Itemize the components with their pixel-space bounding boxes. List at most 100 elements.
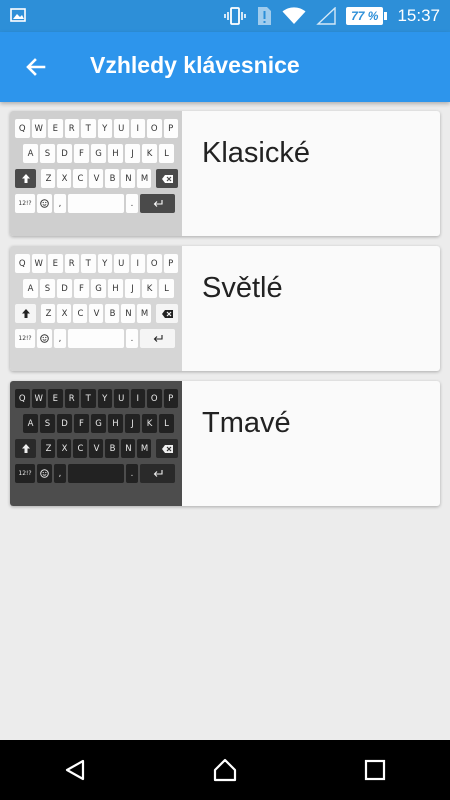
key: I — [130, 389, 145, 408]
key: Z — [41, 304, 56, 323]
signal-icon — [316, 7, 336, 25]
nav-recents-button[interactable] — [345, 740, 405, 800]
key: V — [89, 169, 104, 188]
key: B — [105, 439, 120, 458]
keyboard-preview-classic: Q W E R T Y U I O P A S D F G H J K L Z … — [10, 111, 182, 236]
key: B — [105, 304, 120, 323]
key: E — [48, 389, 63, 408]
back-button[interactable] — [16, 47, 56, 87]
backspace-icon — [156, 169, 178, 188]
home-icon — [213, 758, 237, 782]
period-key: . — [126, 194, 138, 213]
key: Q — [15, 254, 30, 273]
key: C — [73, 169, 88, 188]
emoji-icon — [37, 194, 52, 213]
back-triangle-icon — [65, 759, 85, 781]
key: J — [125, 279, 140, 298]
key: B — [105, 169, 120, 188]
theme-name: Klasické — [202, 137, 310, 169]
key: C — [73, 439, 88, 458]
key: F — [74, 144, 89, 163]
key: D — [57, 144, 72, 163]
key: O — [147, 119, 162, 138]
theme-list: Q W E R T Y U I O P A S D F G H J K L Z … — [10, 111, 440, 516]
key: A — [23, 414, 38, 433]
key: G — [91, 414, 106, 433]
key: A — [23, 144, 38, 163]
key: M — [137, 304, 152, 323]
comma-key: , — [54, 464, 66, 483]
keyboard-preview-light: Q W E R T Y U I O P A S D F G H J K L Z … — [10, 246, 182, 371]
shift-icon — [15, 304, 37, 323]
key: H — [108, 279, 123, 298]
key: G — [91, 144, 106, 163]
symbols-key: 12!? — [15, 194, 35, 213]
recents-square-icon — [364, 759, 386, 781]
theme-name: Světlé — [202, 272, 283, 304]
key: S — [40, 279, 55, 298]
image-icon — [10, 8, 26, 22]
key: R — [64, 119, 79, 138]
key: T — [81, 254, 96, 273]
key: W — [31, 254, 46, 273]
key: F — [74, 414, 89, 433]
shift-icon — [15, 169, 37, 188]
navigation-bar — [0, 740, 450, 800]
key: P — [163, 119, 178, 138]
space-key — [68, 329, 124, 348]
key: Y — [97, 254, 112, 273]
key: Q — [15, 119, 30, 138]
theme-card-classic[interactable]: Q W E R T Y U I O P A S D F G H J K L Z … — [10, 111, 440, 236]
key: K — [142, 414, 157, 433]
key: H — [108, 414, 123, 433]
key: H — [108, 144, 123, 163]
vibrate-icon — [224, 7, 246, 25]
theme-card-dark[interactable]: Q W E R T Y U I O P A S D F G H J K L Z … — [10, 381, 440, 506]
key: T — [81, 119, 96, 138]
enter-icon — [140, 194, 175, 213]
key: O — [147, 254, 162, 273]
symbols-key: 12!? — [15, 464, 35, 483]
emoji-icon — [37, 464, 52, 483]
key: Q — [15, 389, 30, 408]
key: M — [137, 439, 152, 458]
key: K — [142, 144, 157, 163]
key: I — [130, 254, 145, 273]
nav-home-button[interactable] — [195, 740, 255, 800]
status-clock: 15:37 — [397, 6, 440, 25]
symbols-key: 12!? — [15, 329, 35, 348]
key: W — [31, 119, 46, 138]
emoji-icon — [37, 329, 52, 348]
key: G — [91, 279, 106, 298]
theme-card-light[interactable]: Q W E R T Y U I O P A S D F G H J K L Z … — [10, 246, 440, 371]
page-title: Vzhledy klávesnice — [90, 52, 300, 78]
key: J — [125, 414, 140, 433]
key: C — [73, 304, 88, 323]
key: N — [121, 304, 136, 323]
arrow-back-icon — [26, 58, 46, 76]
key: U — [114, 119, 129, 138]
period-key: . — [126, 329, 138, 348]
key: J — [125, 144, 140, 163]
battery-level: 77 % — [346, 7, 384, 25]
nav-back-button[interactable] — [45, 740, 105, 800]
theme-name: Tmavé — [202, 407, 291, 439]
key: U — [114, 389, 129, 408]
key: R — [64, 254, 79, 273]
key: T — [81, 389, 96, 408]
space-key — [68, 464, 124, 483]
keyboard-preview-dark: Q W E R T Y U I O P A S D F G H J K L Z … — [10, 381, 182, 506]
key: Y — [97, 389, 112, 408]
wifi-icon — [282, 7, 306, 25]
key: R — [64, 389, 79, 408]
period-key: . — [126, 464, 138, 483]
key: M — [137, 169, 152, 188]
key: O — [147, 389, 162, 408]
key: D — [57, 279, 72, 298]
key: L — [159, 279, 174, 298]
key: W — [31, 389, 46, 408]
comma-key: , — [54, 194, 66, 213]
battery-indicator: 77 % — [346, 7, 388, 25]
enter-icon — [140, 329, 175, 348]
space-key — [68, 194, 124, 213]
